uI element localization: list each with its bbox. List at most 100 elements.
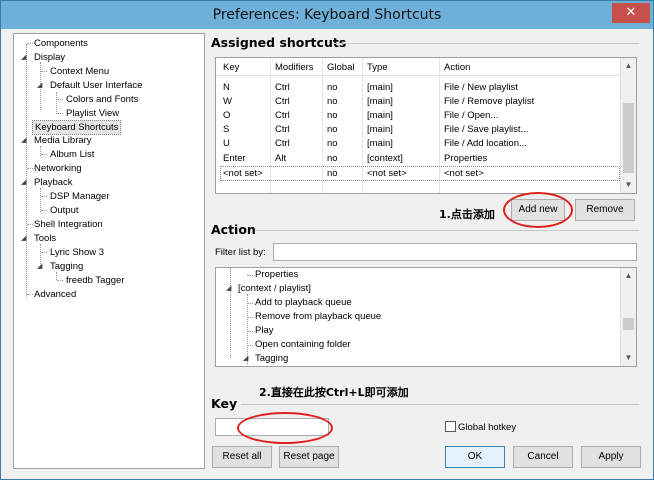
expand-arrow-icon[interactable]: ◢	[243, 352, 248, 365]
cell-key: N	[223, 82, 230, 93]
cell-action: File / Remove playlist	[444, 96, 535, 107]
section-divider	[241, 404, 639, 405]
tree-item-networking[interactable]: Networking	[34, 162, 82, 175]
cell-key: U	[223, 138, 230, 149]
cell-action: <not set>	[444, 168, 484, 179]
cell-type: [main]	[367, 124, 393, 135]
expand-arrow-icon[interactable]: ◢	[21, 134, 26, 147]
col-global[interactable]: Global	[327, 61, 354, 75]
shortcuts-scrollbar[interactable]: ▲ ▼	[620, 58, 636, 193]
action-item-properties[interactable]: Properties	[255, 268, 298, 282]
scroll-thumb[interactable]	[623, 318, 634, 330]
section-divider	[333, 43, 639, 44]
close-button[interactable]: ✕	[612, 3, 650, 23]
action-heading: Action	[211, 222, 256, 237]
cell-type: [context]	[367, 153, 403, 164]
tree-item-tagging[interactable]: Tagging	[50, 260, 83, 273]
shortcuts-header: Key Modifiers Global Type Action	[216, 58, 636, 76]
cell-type: [main]	[367, 138, 393, 149]
cell-global: no	[327, 82, 338, 93]
window-title: Preferences: Keyboard Shortcuts	[212, 7, 442, 23]
tree-item-shell-integration[interactable]: Shell Integration	[34, 218, 103, 231]
cell-global: no	[327, 138, 338, 149]
scroll-down-icon[interactable]: ▼	[621, 179, 636, 191]
reset-page-button[interactable]: Reset page	[279, 446, 339, 468]
table-row[interactable]	[220, 166, 620, 181]
action-tree[interactable]: Properties ◢ [context / playlist] Add to…	[215, 267, 637, 367]
col-modifiers[interactable]: Modifiers	[275, 61, 314, 75]
col-action[interactable]: Action	[444, 61, 470, 75]
expand-arrow-icon[interactable]: ◢	[37, 79, 42, 92]
preferences-tree[interactable]: Components ◢ Display Context Menu ◢ Defa…	[13, 33, 205, 469]
cell-action: Properties	[444, 153, 488, 164]
tree-item-playlist-view[interactable]: Playlist View	[66, 107, 119, 120]
highlight-ellipse	[503, 192, 573, 228]
cell-key: O	[223, 110, 231, 121]
tree-item-album-list[interactable]: Album List	[50, 148, 94, 161]
title-bar[interactable]: Preferences: Keyboard Shortcuts ✕	[1, 1, 653, 29]
highlight-ellipse	[237, 412, 333, 444]
tree-item-display[interactable]: Display	[34, 51, 65, 64]
section-divider	[255, 230, 639, 231]
ok-button[interactable]: OK	[445, 446, 505, 468]
expand-arrow-icon[interactable]: ◢	[21, 51, 26, 64]
expand-arrow-icon[interactable]: ◢	[21, 232, 26, 245]
action-item-context-playlist[interactable]: [context / playlist]	[238, 282, 311, 296]
tree-item-tools[interactable]: Tools	[34, 232, 56, 245]
cell-global: no	[327, 168, 338, 179]
col-key[interactable]: Key	[223, 61, 239, 75]
tree-item-lyric-show[interactable]: Lyric Show 3	[50, 246, 104, 259]
assigned-shortcuts-heading: Assigned shortcuts	[211, 35, 347, 50]
tree-item-media-library[interactable]: Media Library	[34, 134, 92, 147]
action-scrollbar[interactable]: ▲ ▼	[620, 268, 636, 366]
cell-key: W	[223, 96, 232, 107]
action-item-play[interactable]: Play	[255, 324, 273, 338]
expand-arrow-icon[interactable]: ◢	[226, 282, 231, 295]
apply-button[interactable]: Apply	[581, 446, 641, 468]
global-hotkey-checkbox[interactable]	[445, 421, 456, 432]
cell-modifiers: Ctrl	[275, 96, 290, 107]
action-item-open-folder[interactable]: Open containing folder	[255, 338, 351, 352]
tree-item-output[interactable]: Output	[50, 204, 79, 217]
filter-input[interactable]	[273, 243, 637, 261]
scroll-up-icon[interactable]: ▲	[621, 270, 636, 282]
cell-type: [main]	[367, 110, 393, 121]
cell-key: <not set>	[223, 168, 263, 179]
cell-key: Enter	[223, 153, 246, 164]
reset-all-button[interactable]: Reset all	[212, 446, 272, 468]
global-hotkey-label: Global hotkey	[458, 422, 517, 433]
cell-modifiers: Ctrl	[275, 124, 290, 135]
scroll-down-icon[interactable]: ▼	[621, 352, 636, 364]
tree-item-default-ui[interactable]: Default User Interface	[50, 79, 142, 92]
tree-item-advanced[interactable]: Advanced	[34, 288, 76, 301]
action-item-tagging[interactable]: Tagging	[255, 352, 288, 366]
cell-action: File / Add location...	[444, 138, 527, 149]
tree-item-components[interactable]: Components	[34, 37, 88, 50]
col-type[interactable]: Type	[367, 61, 388, 75]
shortcuts-list[interactable]: Key Modifiers Global Type Action N Ctrl …	[215, 57, 637, 194]
preferences-window: Preferences: Keyboard Shortcuts ✕ Compon…	[0, 0, 654, 480]
tree-item-keyboard-shortcuts[interactable]: Keyboard Shortcuts	[32, 120, 122, 135]
tree-item-dsp-manager[interactable]: DSP Manager	[50, 190, 110, 203]
action-item-remove-queue[interactable]: Remove from playback queue	[255, 310, 381, 324]
remove-button[interactable]: Remove	[575, 199, 635, 221]
key-heading: Key	[211, 396, 238, 411]
cell-modifiers: Ctrl	[275, 110, 290, 121]
scroll-up-icon[interactable]: ▲	[621, 60, 636, 72]
expand-arrow-icon[interactable]: ◢	[37, 260, 42, 273]
scroll-thumb[interactable]	[623, 103, 634, 173]
tree-item-context-menu[interactable]: Context Menu	[50, 65, 109, 78]
cell-global: no	[327, 124, 338, 135]
cell-action: File / Save playlist...	[444, 124, 529, 135]
tree-item-colors-fonts[interactable]: Colors and Fonts	[66, 93, 138, 106]
cell-type: <not set>	[367, 168, 407, 179]
cell-modifiers: Ctrl	[275, 138, 290, 149]
tree-item-playback[interactable]: Playback	[34, 176, 73, 189]
cancel-button[interactable]: Cancel	[513, 446, 573, 468]
cell-action: File / Open...	[444, 110, 499, 121]
expand-arrow-icon[interactable]: ◢	[21, 176, 26, 189]
cell-global: no	[327, 110, 338, 121]
tree-item-freedb-tagger[interactable]: freedb Tagger	[66, 274, 124, 287]
action-item-add-queue[interactable]: Add to playback queue	[255, 296, 352, 310]
annotation-click-add: 1.点击添加	[439, 208, 495, 221]
